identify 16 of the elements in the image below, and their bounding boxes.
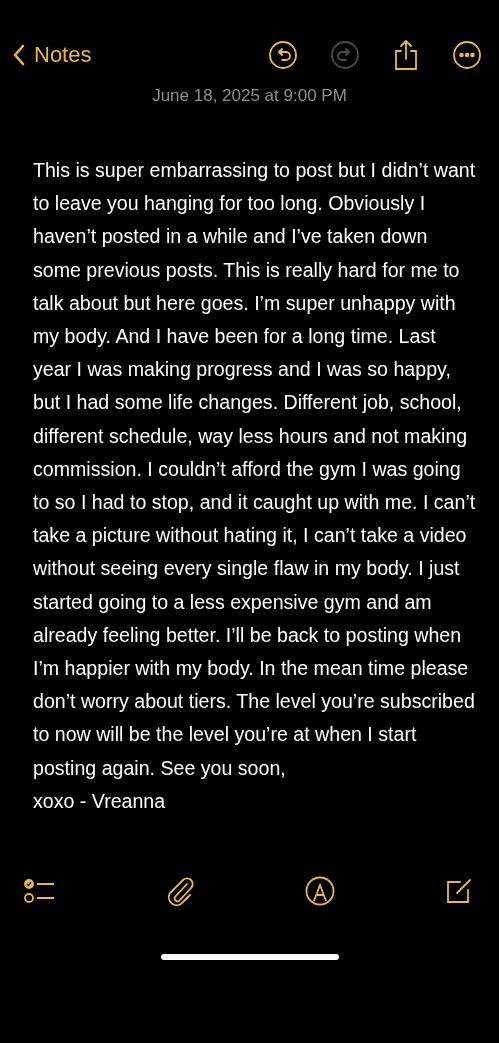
back-button[interactable]: Notes xyxy=(8,42,96,68)
more-icon xyxy=(453,41,481,69)
note-date: June 18, 2025 at 9:00 PM xyxy=(151,86,348,106)
share-icon xyxy=(393,39,419,71)
undo-icon xyxy=(269,41,297,69)
undo-button[interactable] xyxy=(267,39,299,71)
chevron-left-icon xyxy=(12,43,26,67)
paperclip-icon xyxy=(166,876,195,906)
more-button[interactable] xyxy=(451,39,483,71)
compose-icon xyxy=(445,877,473,905)
redo-icon xyxy=(331,41,359,69)
compose-button[interactable] xyxy=(445,877,473,905)
checklist-icon xyxy=(24,877,56,905)
attach-button[interactable] xyxy=(166,876,195,906)
checklist-button[interactable] xyxy=(24,877,56,905)
note-paragraph: xoxo - Vreanna xyxy=(33,788,167,814)
